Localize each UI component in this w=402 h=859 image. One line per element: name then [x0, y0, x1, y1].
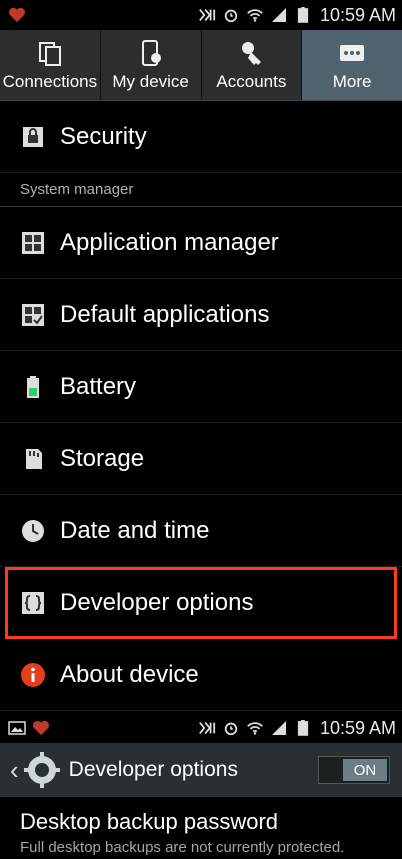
list-item-battery[interactable]: Battery [0, 351, 402, 423]
list-item-label: Application manager [60, 228, 279, 256]
list-item-label: Storage [60, 444, 145, 472]
nfc-icon [199, 9, 216, 21]
list-item-about-device[interactable]: About device [0, 639, 402, 711]
braces-icon [22, 591, 44, 614]
status-bar-top: 10:59 AM [0, 0, 402, 30]
tab-connections-label: Connections [2, 72, 98, 91]
signal-icon [271, 8, 286, 22]
list-item-storage[interactable]: Storage [0, 423, 402, 495]
battery-status-icon [297, 7, 309, 23]
default-apps-icon [22, 303, 44, 326]
alarm-icon [224, 9, 238, 23]
wifi-icon [247, 9, 263, 22]
info-icon [21, 662, 45, 687]
tab-accounts-label: Accounts [216, 72, 287, 91]
more-icon [340, 45, 365, 61]
tab-accounts[interactable]: Accounts [202, 30, 303, 100]
list-item-label: Date and time [60, 516, 210, 544]
list-item-security[interactable]: Security [0, 101, 402, 173]
list-item-label: About device [60, 660, 199, 688]
list-item-default-applications[interactable]: Default applications [0, 279, 402, 351]
list-item-date-and-time[interactable]: Date and time [0, 495, 402, 567]
wifi-icon [247, 722, 263, 735]
developer-options-toggle[interactable]: ON [318, 756, 390, 784]
heart-icon [9, 7, 25, 23]
list-item-label: Default applications [60, 300, 270, 328]
gallery-icon [8, 721, 26, 735]
tab-my-device[interactable]: My device [101, 30, 202, 100]
status-time: 10:59 AM [319, 4, 396, 25]
list-item-application-manager[interactable]: Application manager [0, 207, 402, 279]
developer-options-title: Developer options [68, 758, 238, 781]
tab-more[interactable]: More [302, 30, 402, 100]
setting-desktop-backup-password[interactable]: Desktop backup password Full desktop bac… [0, 797, 402, 856]
alarm-icon [224, 722, 238, 736]
list-item-label: Battery [60, 372, 137, 400]
settings-tabs: Connections My device Accounts More [0, 30, 402, 101]
list-item-label: Security [60, 122, 147, 150]
toggle-on-label: ON [343, 759, 387, 781]
tab-connections[interactable]: Connections [0, 30, 101, 100]
setting-title: Desktop backup password [20, 809, 279, 834]
lock-icon [23, 126, 43, 147]
settings-list: Security System manager Application mana… [0, 101, 402, 711]
developer-options-action-bar: ‹ Developer options ON [0, 743, 402, 797]
status-time: 10:59 AM [319, 717, 396, 738]
setting-subtitle: Full desktop backups are not currently p… [20, 839, 345, 856]
gear-icon [23, 752, 60, 788]
nfc-icon [199, 722, 216, 734]
section-header-system-manager: System manager [0, 173, 402, 207]
status-bar-bottom: 10:59 AM [0, 713, 402, 743]
heart-icon [33, 720, 49, 736]
clock-icon [22, 519, 44, 542]
accounts-icon [242, 42, 262, 65]
list-item-developer-options[interactable]: Developer options [5, 567, 397, 639]
signal-icon [271, 721, 286, 735]
battery-status-icon [297, 720, 309, 736]
tab-more-label: More [332, 72, 372, 91]
grid-icon [22, 231, 44, 254]
my-device-icon [141, 40, 161, 66]
storage-icon [26, 448, 42, 469]
connections-icon [38, 42, 61, 66]
list-item-label: Developer options [60, 588, 254, 616]
back-chevron-icon[interactable]: ‹ [10, 755, 19, 786]
battery-icon [27, 375, 39, 398]
tab-my-device-label: My device [112, 72, 189, 91]
